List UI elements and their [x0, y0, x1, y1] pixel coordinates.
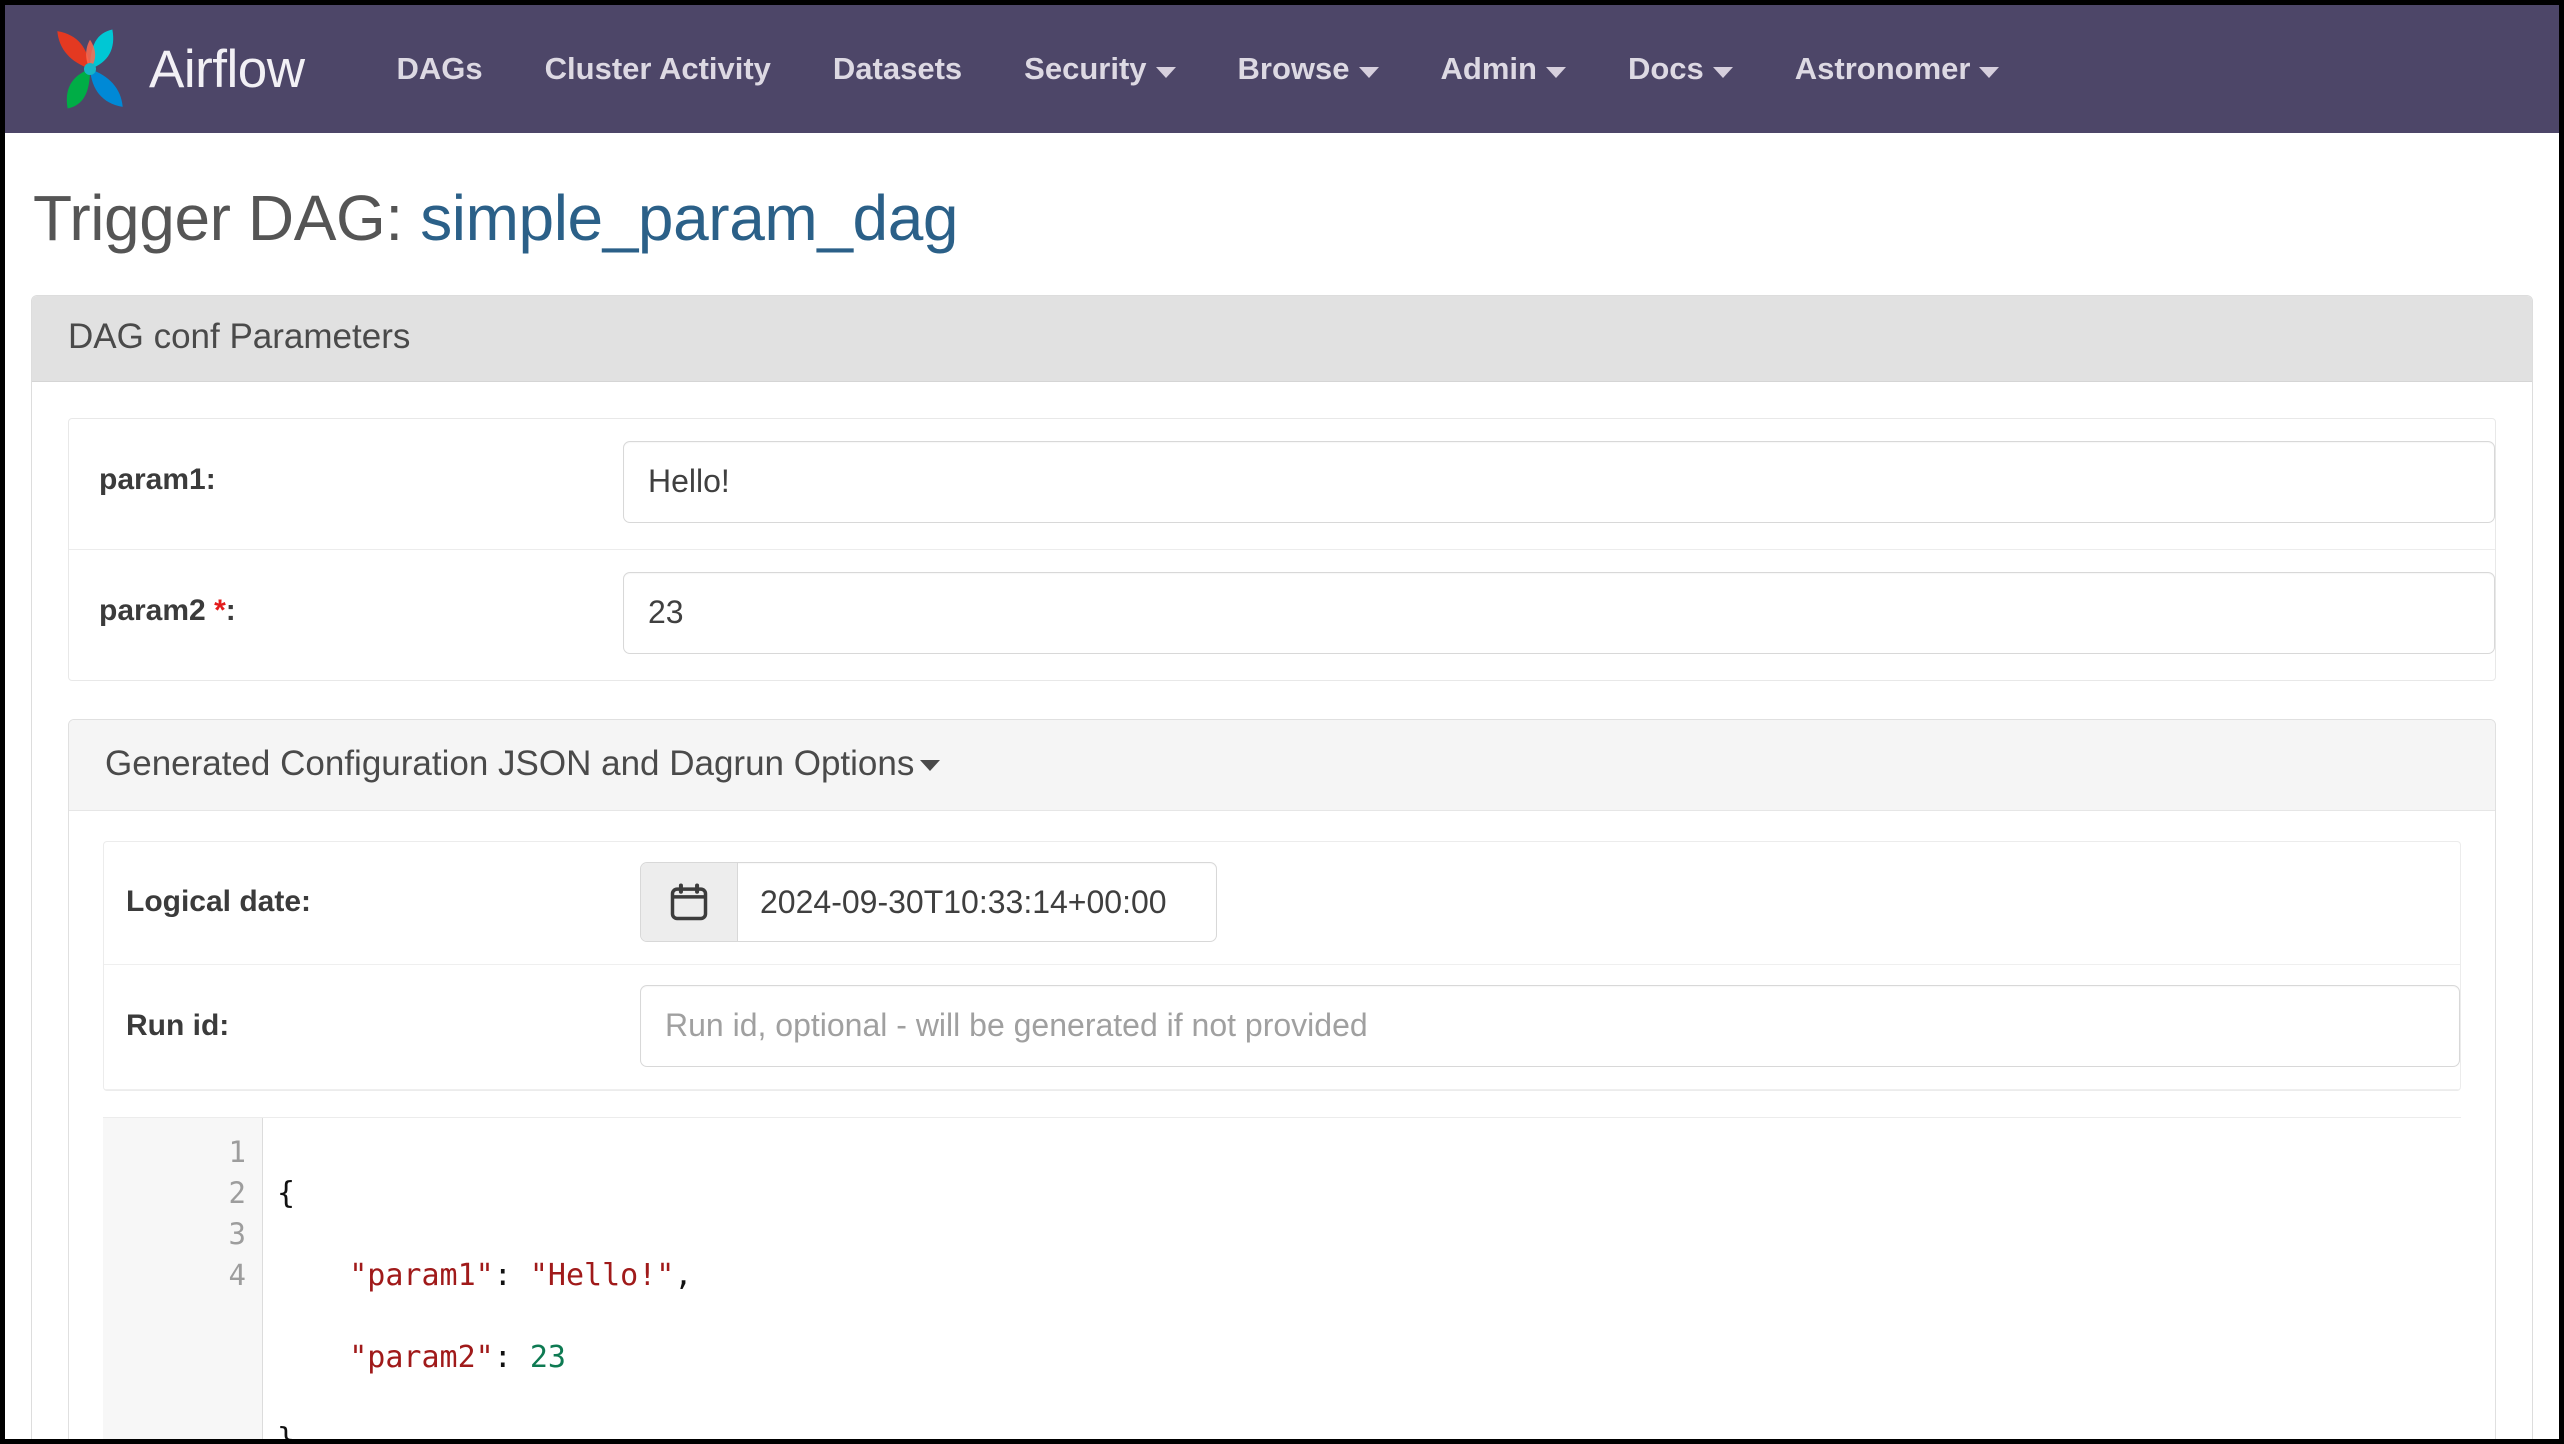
- chevron-down-icon: [920, 760, 940, 771]
- form-row-logical-date: Logical date:: [104, 842, 2460, 965]
- param2-label-text: param2: [99, 594, 206, 627]
- code-token: :: [494, 1258, 530, 1293]
- code-token: }: [277, 1422, 295, 1440]
- nav-item-docs[interactable]: Docs: [1628, 41, 1733, 97]
- logical-date-input-group[interactable]: 2024-09-30T10:33:14+00:00: [640, 862, 1217, 942]
- code-line: "param2": 23: [277, 1337, 2461, 1378]
- code-line: "param1": "Hello!",: [277, 1255, 2461, 1296]
- generated-config-heading-label: Generated Configuration JSON and Dagrun …: [105, 744, 914, 783]
- nav-item-label: Astronomer: [1795, 51, 1971, 87]
- conf-json-editor[interactable]: 1 2 3 4 { "param1": "Hello!", "param2": …: [103, 1117, 2461, 1440]
- run-id-input[interactable]: [640, 985, 2460, 1067]
- nav-item-label: Admin: [1441, 51, 1537, 87]
- run-id-label: Run id:: [104, 1009, 640, 1043]
- navbar-menu: DAGs Cluster Activity Datasets Security …: [397, 41, 2000, 97]
- logical-date-label: Logical date:: [104, 885, 640, 919]
- brand-label: Airflow: [149, 39, 305, 100]
- nav-item-cluster-activity[interactable]: Cluster Activity: [545, 41, 771, 97]
- airflow-brand-link[interactable]: Airflow: [47, 26, 305, 112]
- code-token: "Hello!": [530, 1258, 675, 1293]
- nav-item-label: Security: [1024, 51, 1146, 87]
- editor-left-strip: [103, 1118, 143, 1440]
- param2-label: param2 *:: [69, 572, 623, 628]
- param1-label: param1:: [69, 441, 623, 497]
- code-indent: [277, 1340, 349, 1375]
- param2-control: [623, 572, 2495, 654]
- line-number: 1: [143, 1132, 262, 1173]
- nav-item-browse[interactable]: Browse: [1238, 41, 1379, 97]
- dagrun-options-form: Logical date:: [103, 841, 2461, 1091]
- dag-id-link[interactable]: simple_param_dag: [420, 182, 958, 254]
- dag-conf-parameters-panel: DAG conf Parameters param1: param2: [31, 295, 2533, 1439]
- nav-item-dags[interactable]: DAGs: [397, 41, 483, 97]
- nav-item-security[interactable]: Security: [1024, 41, 1175, 97]
- run-id-control: [640, 985, 2460, 1067]
- logical-date-control: 2024-09-30T10:33:14+00:00: [640, 862, 2460, 942]
- code-token: ,: [674, 1258, 692, 1293]
- code-indent: [277, 1258, 349, 1293]
- code-token: :: [494, 1340, 530, 1375]
- editor-line-numbers: 1 2 3 4: [143, 1118, 263, 1440]
- panel-heading: DAG conf Parameters: [32, 296, 2532, 382]
- chevron-down-icon: [1713, 67, 1733, 78]
- calendar-icon[interactable]: [641, 863, 738, 941]
- form-row-param2: param2 *:: [69, 550, 2495, 680]
- param2-label-colon: :: [226, 594, 236, 627]
- airflow-pinwheel-logo-icon: [47, 26, 133, 112]
- nav-item-label: Cluster Activity: [545, 51, 771, 87]
- line-number: 3: [143, 1214, 262, 1255]
- generated-config-panel: Generated Configuration JSON and Dagrun …: [68, 719, 2496, 1440]
- panel-body: param1: param2 *:: [32, 382, 2532, 1440]
- code-token: "param2": [349, 1340, 494, 1375]
- param2-input[interactable]: [623, 572, 2495, 654]
- page-title-prefix: Trigger DAG:: [33, 182, 403, 254]
- code-token: 23: [530, 1340, 566, 1375]
- nav-item-label: DAGs: [397, 51, 483, 87]
- nav-item-label: Docs: [1628, 51, 1704, 87]
- nav-item-admin[interactable]: Admin: [1441, 41, 1566, 97]
- nav-item-datasets[interactable]: Datasets: [833, 41, 962, 97]
- page-viewport: Airflow DAGs Cluster Activity Datasets S…: [5, 5, 2559, 1439]
- chevron-down-icon: [1359, 67, 1379, 78]
- nav-item-astronomer[interactable]: Astronomer: [1795, 41, 2000, 97]
- page-title: Trigger DAG: simple_param_dag: [31, 181, 2533, 255]
- code-token: {: [277, 1176, 295, 1211]
- generated-config-heading[interactable]: Generated Configuration JSON and Dagrun …: [69, 720, 2495, 811]
- generated-config-body: Logical date:: [69, 811, 2495, 1440]
- logical-date-value[interactable]: 2024-09-30T10:33:14+00:00: [738, 863, 1216, 941]
- page-content: Trigger DAG: simple_param_dag DAG conf P…: [5, 181, 2559, 1439]
- editor-code-content[interactable]: { "param1": "Hello!", "param2": 23 }: [263, 1118, 2461, 1440]
- code-line: }: [277, 1419, 2461, 1440]
- param1-input[interactable]: [623, 441, 2495, 523]
- line-number: 2: [143, 1173, 262, 1214]
- nav-item-label: Browse: [1238, 51, 1350, 87]
- browser-window: Airflow DAGs Cluster Activity Datasets S…: [0, 0, 2564, 1444]
- nav-item-label: Datasets: [833, 51, 962, 87]
- chevron-down-icon: [1546, 67, 1566, 78]
- top-navbar: Airflow DAGs Cluster Activity Datasets S…: [5, 5, 2559, 133]
- line-number: 4: [143, 1255, 262, 1296]
- form-row-run-id: Run id:: [104, 965, 2460, 1090]
- chevron-down-icon: [1156, 67, 1176, 78]
- required-marker-icon: *: [214, 594, 226, 627]
- params-form: param1: param2 *:: [68, 418, 2496, 681]
- param1-control: [623, 441, 2495, 523]
- code-token: "param1": [349, 1258, 494, 1293]
- code-line: {: [277, 1173, 2461, 1214]
- chevron-down-icon: [1979, 67, 1999, 78]
- form-row-param1: param1:: [69, 419, 2495, 550]
